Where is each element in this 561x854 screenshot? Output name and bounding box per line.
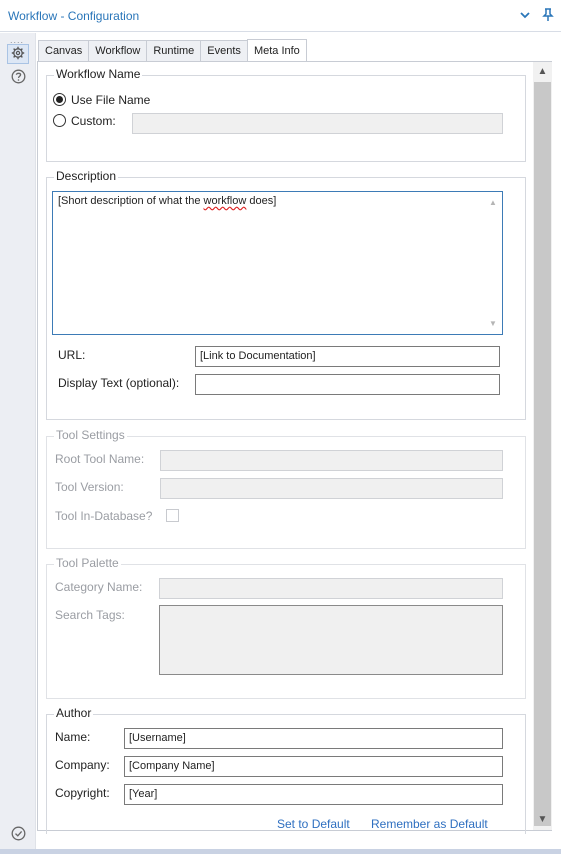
tab-meta-info[interactable]: Meta Info (246, 39, 307, 62)
company-label: Company: (55, 758, 110, 772)
spellcheck-word: workflow (203, 195, 247, 207)
description-textarea[interactable]: [Short description of what the workflow … (52, 191, 503, 335)
url-field[interactable]: [Link to Documentation] (195, 346, 500, 367)
help-icon (11, 69, 26, 87)
set-to-default-link[interactable]: Set to Default (277, 817, 350, 831)
category-name-label: Category Name: (55, 580, 143, 594)
panel-scrollbar[interactable]: ▲ ▼ (533, 62, 552, 830)
textarea-scrollbar[interactable]: ▲ ▼ (486, 194, 500, 332)
display-text-label: Display Text (optional): (58, 376, 180, 390)
title-bar: Workflow - Configuration (0, 0, 561, 32)
scrollbar-thumb[interactable] (534, 82, 551, 826)
window-title: Workflow - Configuration (8, 9, 140, 23)
category-name-field[interactable] (159, 578, 503, 599)
bottom-strip (0, 849, 561, 854)
help-button[interactable] (7, 68, 29, 88)
author-legend: Author (54, 706, 94, 720)
copyright-label: Copyright: (55, 786, 110, 800)
tab-bar: Canvas Workflow Runtime Events Meta Info (38, 39, 307, 62)
chevron-down-icon[interactable] (517, 7, 533, 23)
tool-settings-legend: Tool Settings (54, 428, 127, 442)
url-label: URL: (58, 348, 86, 362)
tab-canvas[interactable]: Canvas (38, 40, 89, 61)
author-name-label: Name: (55, 730, 91, 744)
pin-icon[interactable] (540, 7, 556, 23)
gear-icon (11, 46, 25, 63)
company-field[interactable]: [Company Name] (124, 756, 503, 777)
tab-events[interactable]: Events (200, 40, 247, 61)
author-name-field[interactable]: [Username] (124, 728, 503, 749)
tool-version-label: Tool Version: (55, 480, 124, 494)
tool-in-database-checkbox[interactable] (166, 509, 179, 522)
status-button[interactable] (7, 825, 29, 845)
root-tool-name-label: Root Tool Name: (55, 452, 145, 466)
use-file-name-radio[interactable] (53, 93, 66, 106)
custom-name-radio[interactable] (53, 114, 66, 127)
check-circle-icon (11, 826, 26, 844)
left-rail: .... (0, 33, 36, 850)
tab-workflow[interactable]: Workflow (88, 40, 147, 61)
description-text: [Short description of what the workflow … (58, 195, 277, 207)
workflow-name-legend: Workflow Name (54, 67, 143, 81)
tool-in-database-label: Tool In-Database? (55, 509, 153, 523)
textarea-scroll-down-icon[interactable]: ▼ (486, 319, 500, 328)
search-tags-field[interactable] (159, 605, 503, 675)
search-tags-label: Search Tags: (55, 608, 125, 622)
scroll-up-icon[interactable]: ▲ (533, 64, 552, 80)
custom-name-label: Custom: (71, 114, 116, 128)
custom-name-field[interactable] (132, 113, 503, 134)
root-tool-name-field[interactable] (160, 450, 503, 471)
tool-version-field[interactable] (160, 478, 503, 499)
display-text-field[interactable] (195, 374, 500, 395)
copyright-field[interactable]: [Year] (124, 784, 503, 805)
use-file-name-label: Use File Name (71, 93, 151, 107)
description-legend: Description (54, 169, 119, 183)
remember-as-default-link[interactable]: Remember as Default (371, 817, 488, 831)
tool-palette-legend: Tool Palette (54, 556, 121, 570)
scroll-down-icon[interactable]: ▼ (533, 812, 552, 828)
tab-runtime[interactable]: Runtime (146, 40, 201, 61)
configuration-button[interactable] (7, 44, 29, 64)
textarea-scroll-up-icon[interactable]: ▲ (486, 198, 500, 207)
